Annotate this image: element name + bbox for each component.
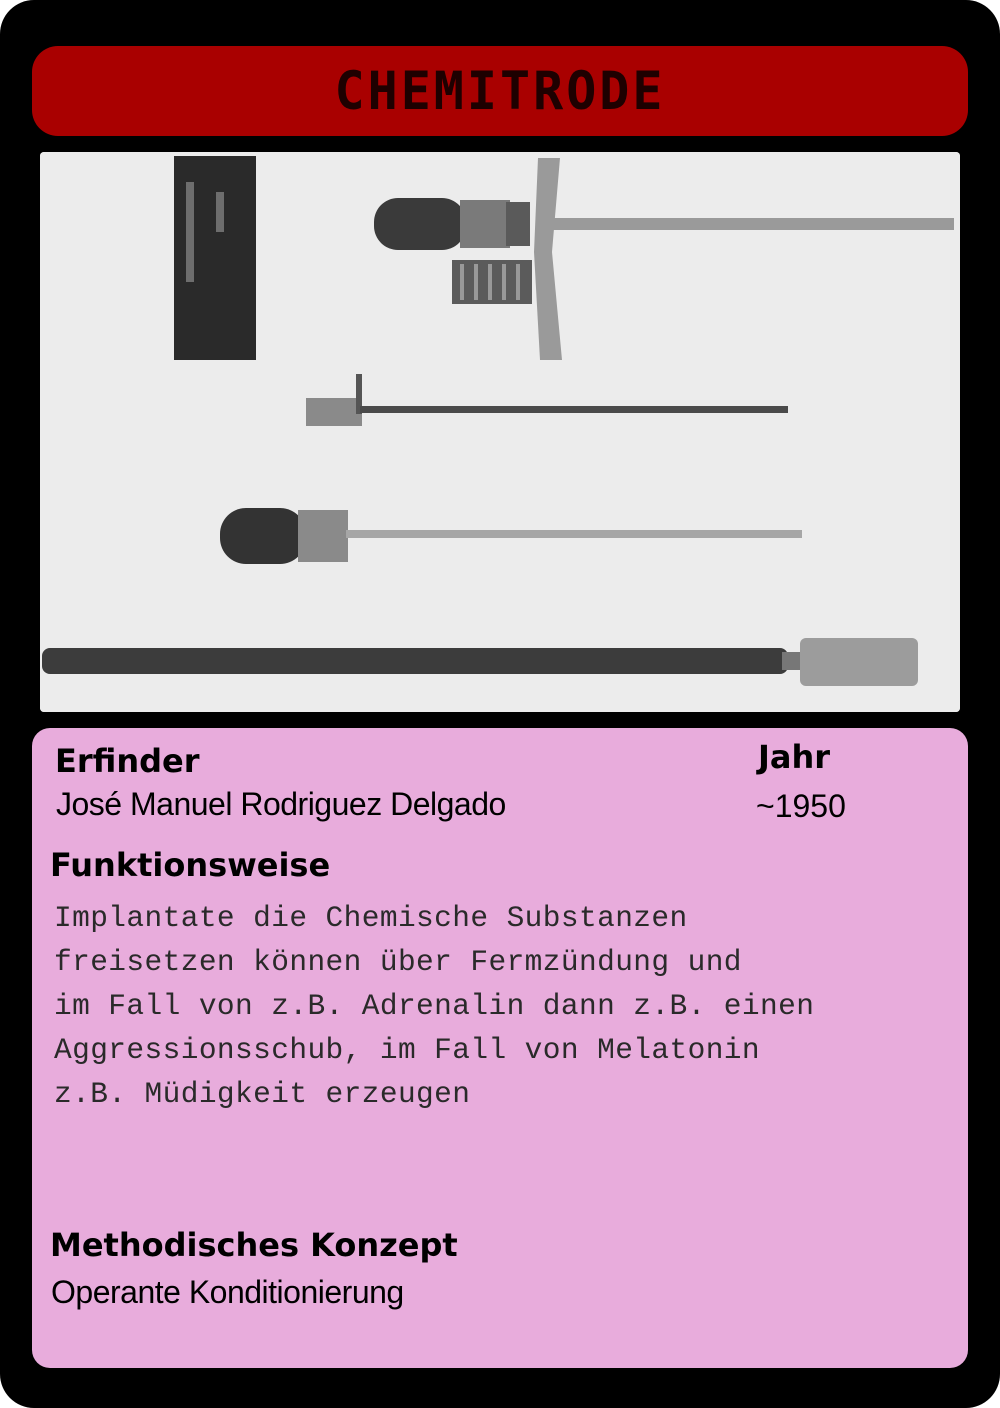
function-line: im Fall von z.B. Adrenalin dann z.B. ein… bbox=[54, 989, 815, 1023]
card-title: CHEMITRODE bbox=[334, 60, 666, 122]
device-photo bbox=[40, 152, 960, 712]
inventor-label: Erfinder bbox=[55, 742, 200, 780]
concept-label: Methodisches Konzept bbox=[50, 1226, 458, 1264]
function-line: Implantate die Chemische Substanzen bbox=[54, 901, 688, 935]
card-frame: CHEMITRODE Erfinder José Manuel Rodrigue… bbox=[0, 0, 1000, 1408]
inventor-value: José Manuel Rodriguez Delgado bbox=[56, 786, 506, 822]
function-line: z.B. Müdigkeit erzeugen bbox=[54, 1077, 471, 1111]
year-label: Jahr bbox=[758, 738, 831, 776]
function-line: freisetzen können über Fermzündung und bbox=[54, 945, 742, 979]
concept-value: Operante Konditionierung bbox=[51, 1274, 404, 1310]
function-description: Implantate die Chemische Substanzen freis… bbox=[54, 896, 964, 1116]
year-value: ~1950 bbox=[756, 788, 846, 824]
function-label: Funktionsweise bbox=[50, 846, 331, 884]
title-bar: CHEMITRODE bbox=[32, 46, 968, 136]
chemitrode-implant-photo-icon bbox=[40, 152, 960, 712]
function-line: Aggressionsschub, im Fall von Melatonin bbox=[54, 1033, 761, 1067]
